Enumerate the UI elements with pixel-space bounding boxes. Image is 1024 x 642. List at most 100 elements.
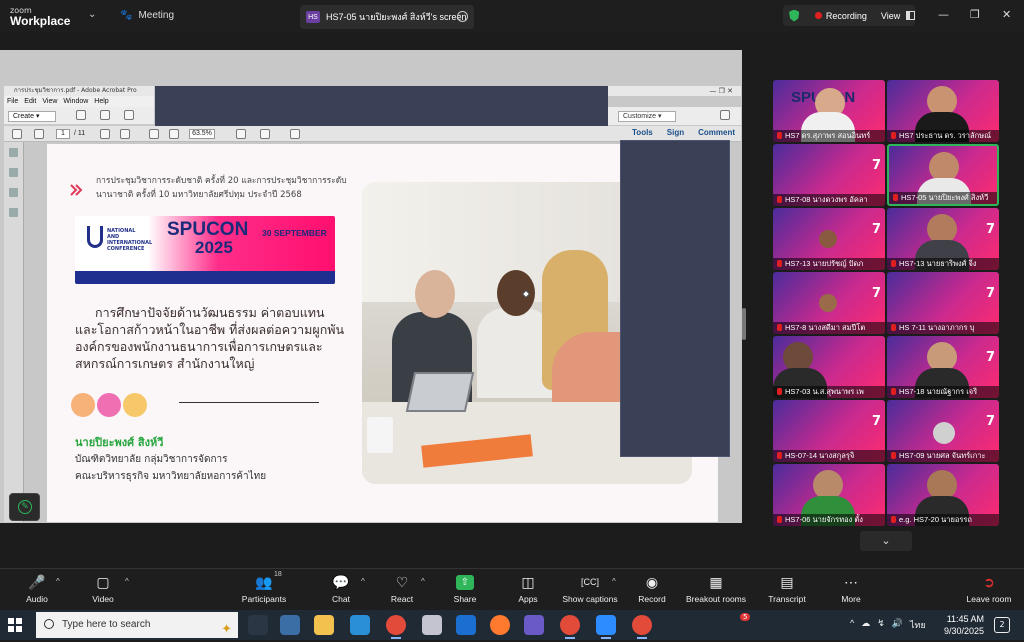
video-tile-active-speaker[interactable]: HS7-05 นายปิยะพงศ์ สิงห์วี — [887, 144, 999, 206]
react-button[interactable]: ♡ React ^ — [388, 573, 425, 605]
more-button[interactable]: ⋯ More — [840, 573, 862, 605]
video-options-caret-icon[interactable]: ^ — [125, 577, 129, 586]
video-tile[interactable]: HS7-06 นายจักรทอง ตั้ง — [773, 464, 885, 526]
zoom-workplace-logo[interactable]: zoom Workplace — [10, 5, 70, 27]
page-number-input[interactable]: 1 — [56, 129, 70, 139]
edge-icon[interactable] — [350, 615, 370, 635]
firefox-icon[interactable] — [490, 615, 510, 635]
breakout-rooms-button[interactable]: ▦ Breakout rooms — [686, 573, 746, 605]
close-icon[interactable]: ✕ — [1002, 8, 1011, 21]
hand-tool-icon[interactable] — [120, 129, 130, 139]
video-tile[interactable]: 7 HS7-18 นายณัฐากร เจริ — [887, 336, 999, 398]
app-icon[interactable] — [422, 615, 442, 635]
zoom-out-icon[interactable] — [149, 129, 159, 139]
transcript-button[interactable]: ▤ Transcript — [768, 573, 806, 605]
share-button[interactable]: ⇧ Share — [452, 573, 478, 604]
video-tile[interactable]: 7 HS7-8 นางสดีมา สมปีโต — [773, 272, 885, 334]
panel-splitter[interactable] — [742, 308, 746, 340]
view-button[interactable]: View — [881, 11, 900, 21]
language-indicator[interactable]: ไทย — [910, 618, 926, 632]
chrome-window-icon[interactable] — [632, 615, 652, 639]
fit-page-icon[interactable] — [236, 129, 246, 139]
prev-page-icon[interactable] — [12, 129, 22, 139]
menu-file[interactable]: File — [7, 96, 18, 107]
acrobat-toolbar-right: Customize ▾ — [608, 107, 741, 125]
chat-options-caret-icon[interactable]: ^ — [361, 577, 365, 586]
open-icon[interactable] — [76, 110, 86, 120]
video-tile[interactable]: 7 HS7-13 นายปรัชญ์ ปัดภ — [773, 208, 885, 270]
cloud-icon[interactable]: ☁ — [861, 618, 870, 632]
next-page-icon[interactable] — [34, 129, 44, 139]
chevron-down-icon[interactable]: ⌄ — [88, 9, 96, 20]
menu-edit[interactable]: Edit — [24, 96, 36, 107]
minimize-icon[interactable]: — — [938, 8, 949, 21]
attachments-icon[interactable] — [9, 188, 18, 197]
annotate-button[interactable]: ✎ — [9, 493, 40, 521]
tray-chevron-icon[interactable]: ^ — [850, 618, 854, 632]
comment-link[interactable]: Comment — [698, 128, 735, 137]
video-tile[interactable]: SPUCON HS7 ดร.สุภาพร สอนอินทร์ — [773, 80, 885, 142]
task-view-icon[interactable] — [248, 615, 268, 635]
signatures-icon[interactable] — [9, 208, 18, 217]
tile-name: HS7-09 นายศล จันทร์เกาะ — [887, 450, 999, 462]
tools-link[interactable]: Tools — [632, 128, 653, 137]
participants-button[interactable]: 👥 Participants 18 — [238, 571, 290, 604]
zoom-level-input[interactable]: 63.5% — [189, 129, 215, 139]
gallery-next-page-button[interactable]: ⌄ — [860, 531, 912, 551]
react-options-caret-icon[interactable]: ^ — [421, 577, 425, 586]
calendar-app-icon[interactable] — [280, 615, 300, 635]
windows-start-icon[interactable] — [8, 618, 22, 632]
audio-options-caret-icon[interactable]: ^ — [56, 577, 60, 586]
record-button[interactable]: ◉ Record — [637, 573, 667, 605]
sign-link[interactable]: Sign — [667, 128, 684, 137]
video-tile[interactable]: 7 HS 7-11 นางอาภากร บุ — [887, 272, 999, 334]
outlook-icon[interactable] — [456, 615, 476, 635]
video-tile[interactable]: HS7-03 น.ส.สุพนาพร เพ — [773, 336, 885, 398]
video-tile[interactable]: 7 HS7-13 นายธาริพงศ์ จิ่ง — [887, 208, 999, 270]
acrobat-window-controls[interactable]: — ❐ ✕ — [608, 86, 741, 96]
restore-icon[interactable]: ❐ — [970, 8, 980, 21]
more-options-icon[interactable]: ··· — [457, 11, 468, 22]
menu-view[interactable]: View — [42, 96, 57, 107]
file-explorer-icon[interactable] — [314, 615, 334, 635]
video-tile[interactable]: HS7 ประธาน ดร. วราลักษณ์ — [887, 80, 999, 142]
upload-icon[interactable] — [124, 110, 134, 120]
video-tile[interactable]: 7 HS7-09 นายศล จันทร์เกาะ — [887, 400, 999, 462]
chrome-profile-icon[interactable] — [560, 615, 580, 639]
chat-button[interactable]: 💬 Chat ^ — [328, 573, 365, 605]
volume-icon[interactable]: 🔊 — [892, 618, 903, 632]
chrome-icon[interactable] — [386, 615, 406, 639]
audio-button[interactable]: 🎤 Audio ^ — [22, 573, 60, 605]
bookmarks-icon[interactable] — [9, 168, 18, 177]
microsoft-365-icon[interactable] — [524, 615, 544, 635]
pan-icon[interactable] — [290, 129, 300, 139]
video-tile[interactable]: 7 HS-07-14 นางสกุลรุจิ — [773, 400, 885, 462]
shared-screen-tab[interactable]: HS HS7-05 นายปิยะพงศ์ สิงห์วี's screen ·… — [300, 5, 474, 29]
fit-width-icon[interactable] — [260, 129, 270, 139]
zoom-app-icon[interactable] — [596, 615, 616, 639]
shield-icon[interactable] — [789, 9, 800, 22]
zoom-in-icon[interactable] — [169, 129, 179, 139]
expand-icon[interactable] — [720, 110, 730, 120]
taskbar-search[interactable]: Type here to search ✦ — [36, 612, 238, 638]
select-tool-icon[interactable] — [100, 129, 110, 139]
pages-icon[interactable] — [9, 148, 18, 157]
menu-help[interactable]: Help — [94, 96, 108, 107]
participants-count: 18 — [274, 571, 282, 578]
network-icon[interactable]: ↯ — [877, 618, 885, 632]
video-button[interactable]: ▢ Video ^ — [88, 573, 129, 605]
notification-center-button[interactable]: 2 — [994, 617, 1010, 633]
captions-button[interactable]: [CC] Show captions ^ — [562, 573, 618, 604]
create-button[interactable]: Create ▾ — [8, 111, 56, 122]
customize-button[interactable]: Customize ▾ — [618, 111, 676, 122]
meeting-menu[interactable]: 🐾 Meeting — [120, 10, 174, 21]
apps-button[interactable]: ◫ Apps — [515, 573, 541, 605]
captions-options-caret-icon[interactable]: ^ — [612, 577, 616, 586]
save-icon[interactable] — [100, 110, 110, 120]
video-tile[interactable]: e.g. HS7-20 นายอรรถ — [887, 464, 999, 526]
view-layout-icon[interactable] — [906, 11, 915, 20]
leave-room-button[interactable]: ➲ Leave room — [966, 573, 1012, 605]
video-tile[interactable]: 7 HS7-08 นางดวงพร อัคลา — [773, 144, 885, 206]
taskbar-clock[interactable]: 11:45 AM 9/30/2025 — [944, 613, 984, 637]
menu-window[interactable]: Window — [63, 96, 88, 107]
